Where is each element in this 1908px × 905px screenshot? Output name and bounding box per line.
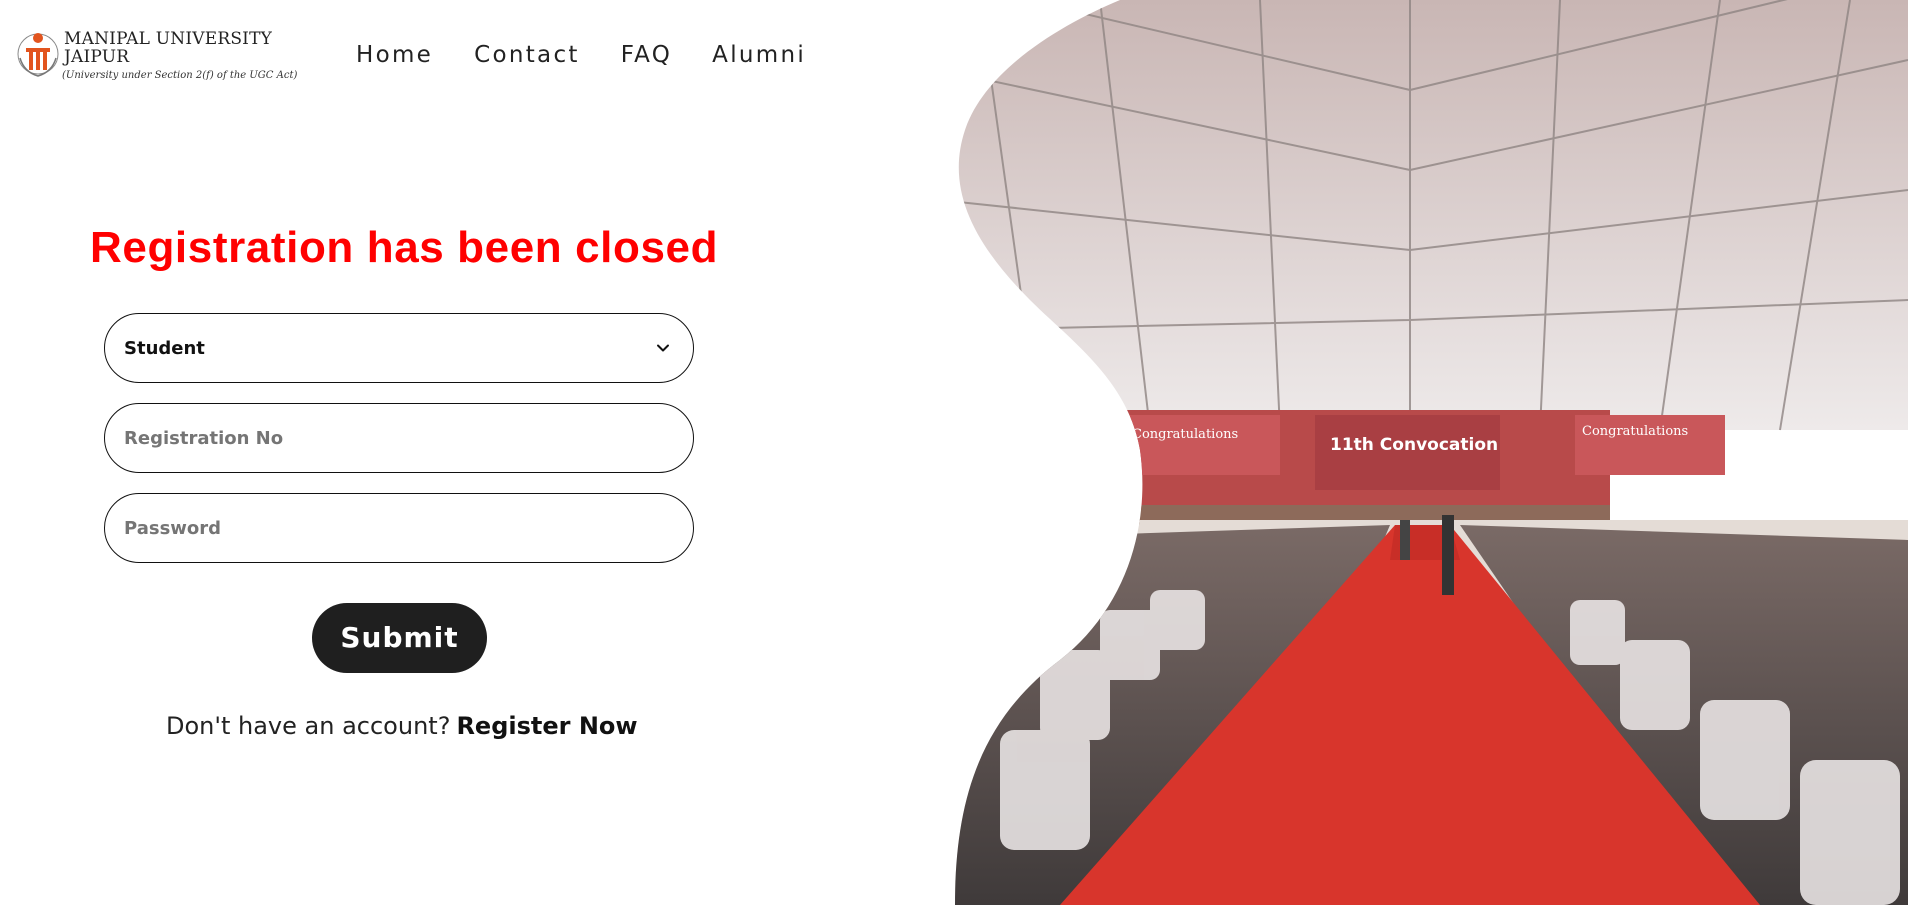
banner-center-text: 11th Convocation — [1330, 435, 1498, 455]
logo-name-line1: MANIPAL UNIVERSITY — [64, 29, 273, 49]
user-type-select[interactable]: Student — [104, 313, 694, 383]
signup-question: Don't have an account? — [166, 712, 451, 740]
submit-button[interactable]: Submit — [312, 603, 487, 673]
password-placeholder: Password — [124, 518, 222, 539]
registration-closed-message: Registration has been closed — [90, 223, 719, 272]
nav-contact[interactable]: Contact — [474, 42, 580, 68]
university-emblem-icon — [17, 33, 59, 77]
signup-prompt: Don't have an account? Register Now — [166, 712, 638, 740]
banner-right-text: Congratulations — [1582, 424, 1688, 439]
nav-alumni[interactable]: Alumni — [712, 42, 806, 68]
logo-subtitle: (University under Section 2(f) of the UG… — [62, 70, 298, 81]
user-type-selected: Student — [124, 338, 205, 359]
registration-no-input[interactable]: Registration No — [104, 403, 694, 473]
logo-name-line2: JAIPUR — [64, 47, 130, 67]
banner-left-text: Congratulations — [1132, 427, 1238, 442]
register-now-link[interactable]: Register Now — [456, 712, 637, 740]
password-input[interactable]: Password — [104, 493, 694, 563]
main-nav: Home Contact FAQ Alumni — [356, 42, 847, 68]
nav-home[interactable]: Home — [356, 42, 433, 68]
university-logo[interactable]: MANIPAL UNIVERSITY JAIPUR (University un… — [14, 28, 297, 86]
nav-faq[interactable]: FAQ — [621, 42, 672, 68]
chevron-down-icon — [657, 344, 669, 352]
registration-no-placeholder: Registration No — [124, 428, 284, 449]
